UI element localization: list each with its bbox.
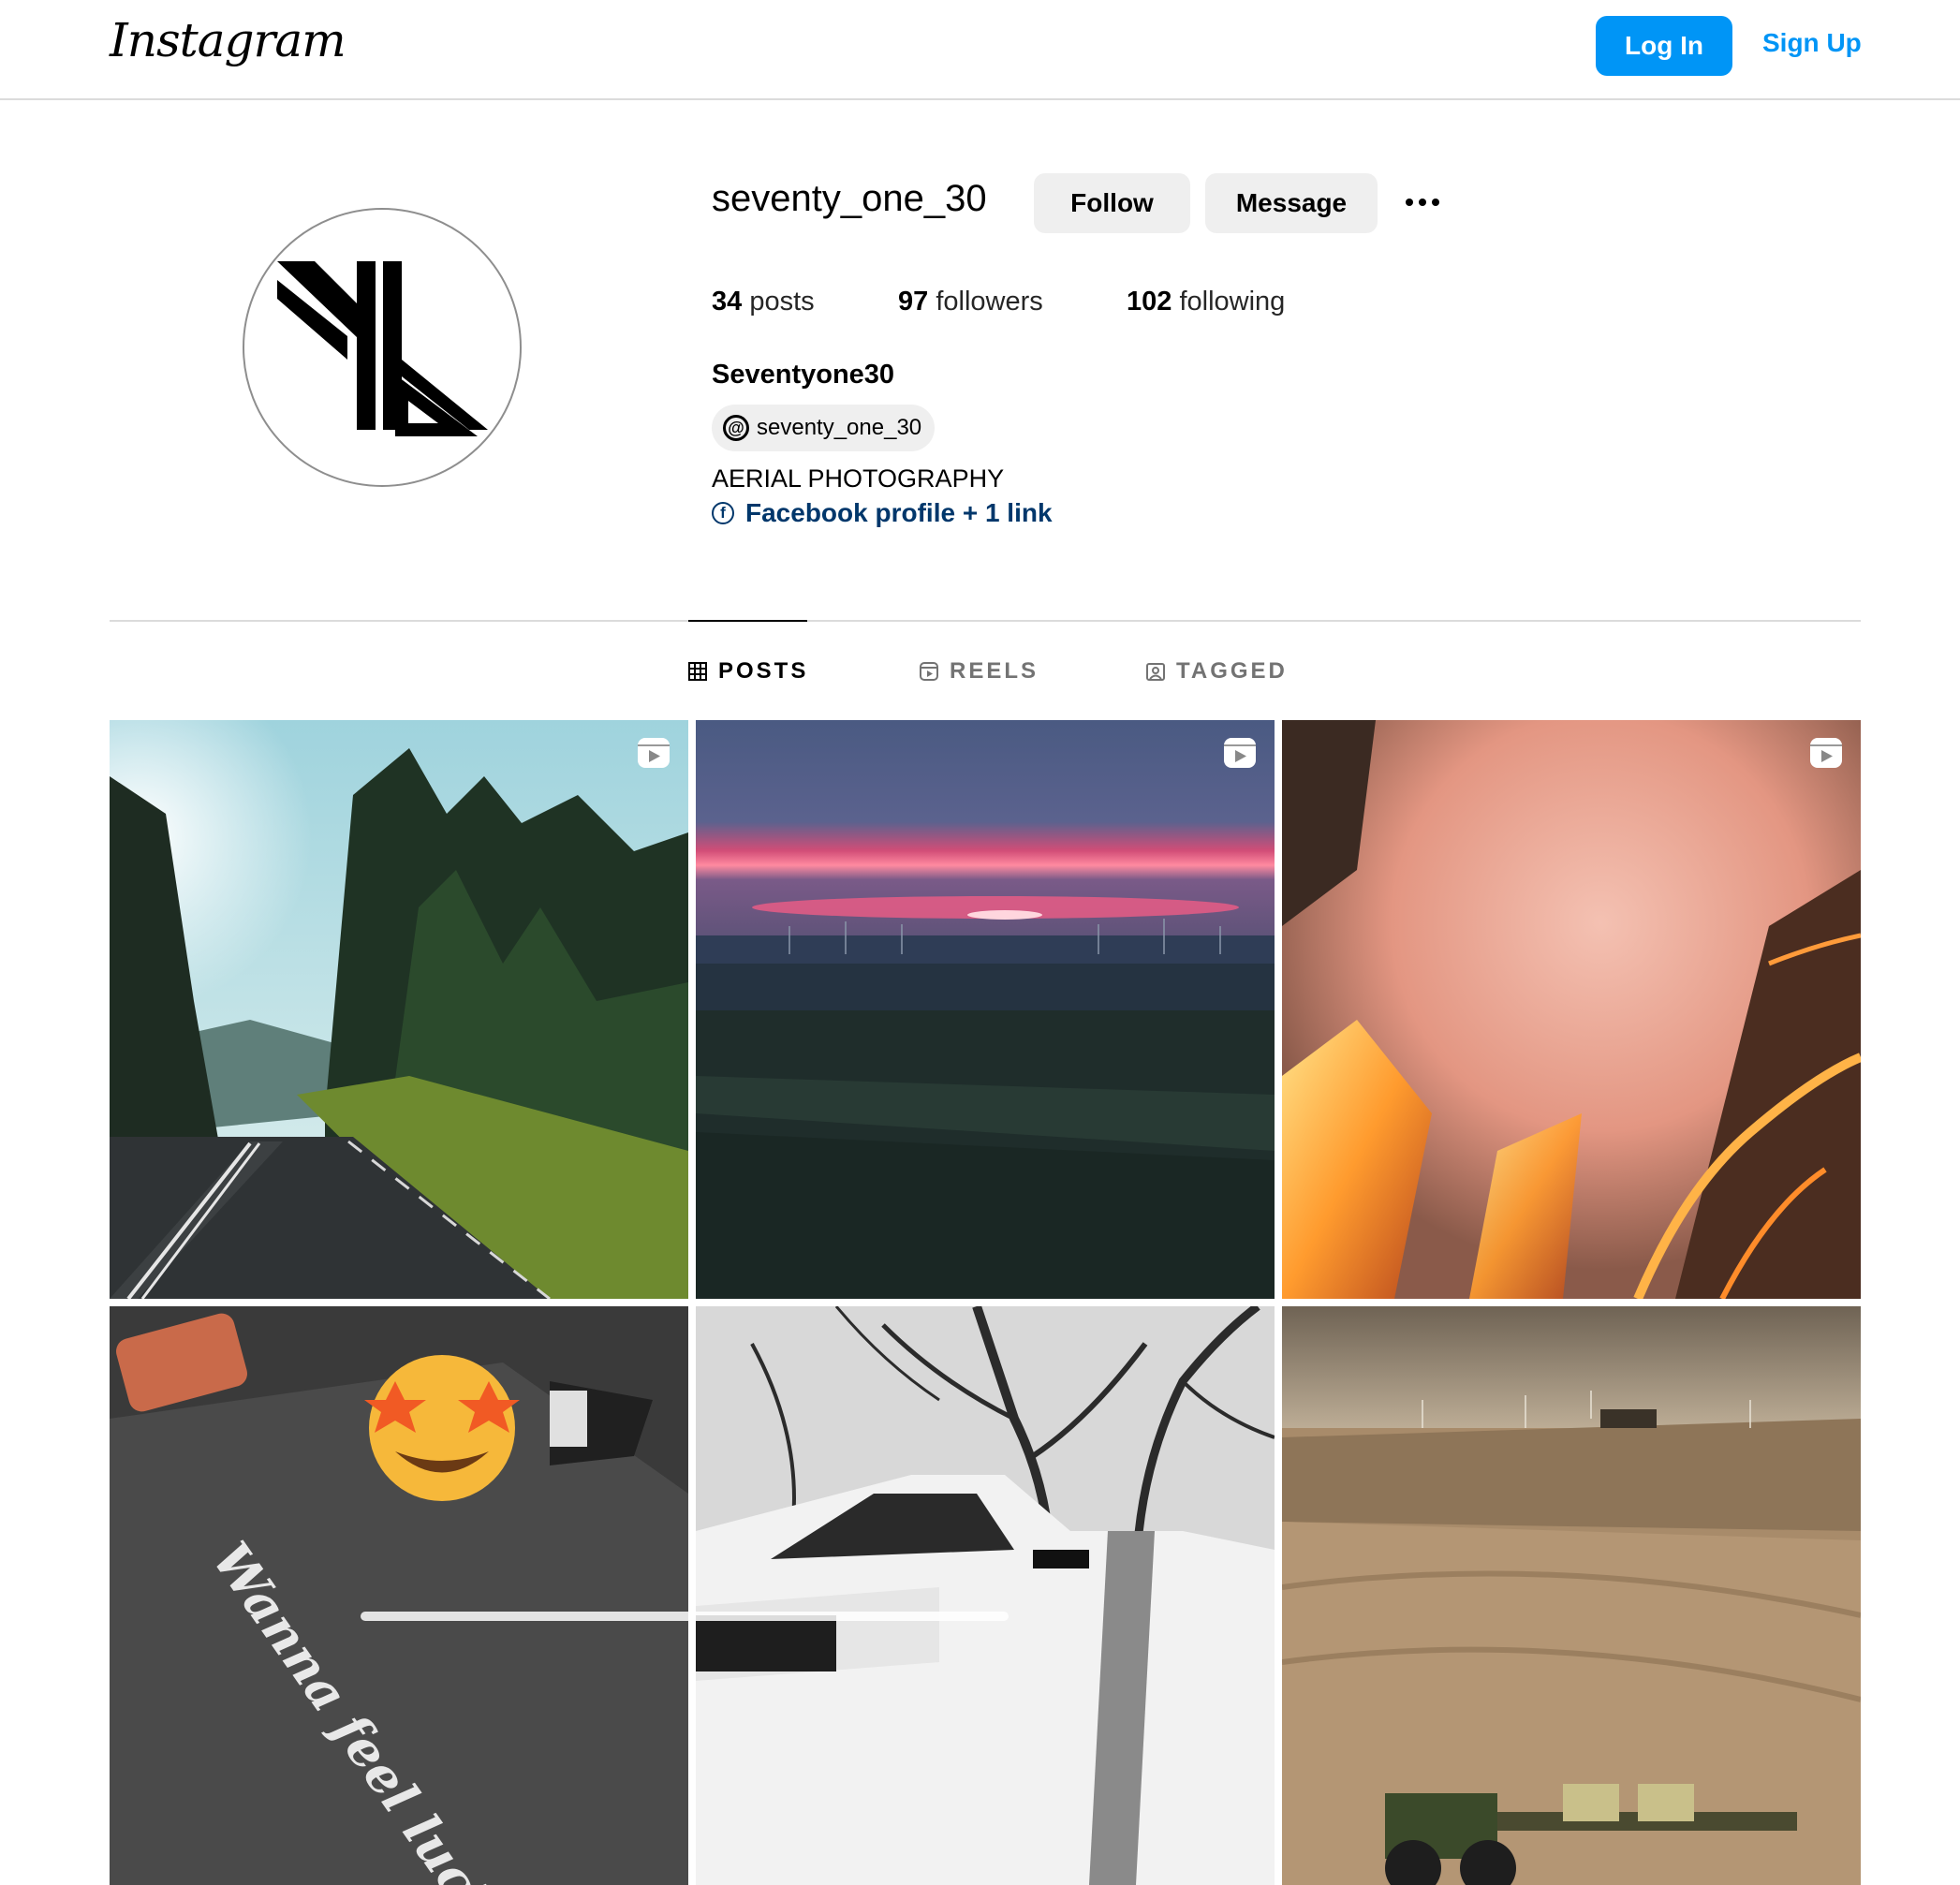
tab-tagged[interactable]: TAGGED xyxy=(1146,658,1288,685)
tab-reels-label: REELS xyxy=(950,658,1039,684)
threads-handle: seventy_one_30 xyxy=(757,415,922,440)
more-options-icon[interactable] xyxy=(1399,184,1446,221)
login-button[interactable]: Log In xyxy=(1596,16,1732,76)
followers-count[interactable]: 97 followers xyxy=(898,287,1043,317)
signup-link[interactable]: Sign Up xyxy=(1762,28,1862,58)
home-indicator-bar[interactable] xyxy=(361,1612,1009,1621)
forest-road-photo xyxy=(110,720,688,1299)
reel-icon xyxy=(638,738,670,768)
reels-icon xyxy=(920,662,938,681)
tab-reels[interactable]: REELS xyxy=(920,658,1039,685)
tabs-divider xyxy=(110,620,1861,622)
prairie-fire-photo xyxy=(1282,720,1861,1299)
follow-button[interactable]: Follow xyxy=(1034,173,1190,233)
threads-badge[interactable]: @ seventy_one_30 xyxy=(712,405,936,451)
posts-count: 34 posts xyxy=(712,287,815,317)
tractor-field-photo xyxy=(1282,1306,1861,1885)
profile-full-name: Seventyone30 xyxy=(712,360,895,390)
threads-icon: @ xyxy=(723,415,749,441)
prairie-sunset-photo xyxy=(696,720,1275,1299)
tagged-icon xyxy=(1146,663,1165,681)
seventy-one-30-logo-icon xyxy=(277,261,488,436)
active-tab-indicator xyxy=(688,620,807,622)
profile-links-label: Facebook profile + 1 link xyxy=(745,498,1053,527)
tab-posts[interactable]: POSTS xyxy=(688,658,808,685)
post-tile[interactable] xyxy=(1282,720,1861,1299)
facebook-icon: f xyxy=(712,502,734,524)
post-tile[interactable] xyxy=(696,1306,1275,1885)
profile-links[interactable]: f Facebook profile + 1 link xyxy=(712,498,1053,528)
following-count[interactable]: 102 following xyxy=(1127,287,1285,317)
reel-icon xyxy=(1224,738,1256,768)
reel-icon xyxy=(1810,738,1842,768)
post-tile[interactable] xyxy=(1282,1306,1861,1885)
profile-bio: AERIAL PHOTOGRAPHY xyxy=(712,464,1005,493)
white-truck-photo xyxy=(696,1306,1275,1885)
grid-icon xyxy=(688,662,707,681)
instagram-logo[interactable]: Instagram xyxy=(110,13,346,67)
profile-avatar[interactable] xyxy=(243,208,522,487)
message-button[interactable]: Message xyxy=(1205,173,1378,233)
profile-username: seventy_one_30 xyxy=(712,178,987,219)
top-navigation-bar: Instagram Log In Sign Up xyxy=(0,0,1960,100)
post-tile[interactable] xyxy=(696,720,1275,1299)
tab-tagged-label: TAGGED xyxy=(1176,658,1288,684)
tab-posts-label: POSTS xyxy=(718,658,809,684)
post-tile[interactable]: Wanna feel lucky xyxy=(110,1306,688,1885)
post-tile[interactable] xyxy=(110,720,688,1299)
